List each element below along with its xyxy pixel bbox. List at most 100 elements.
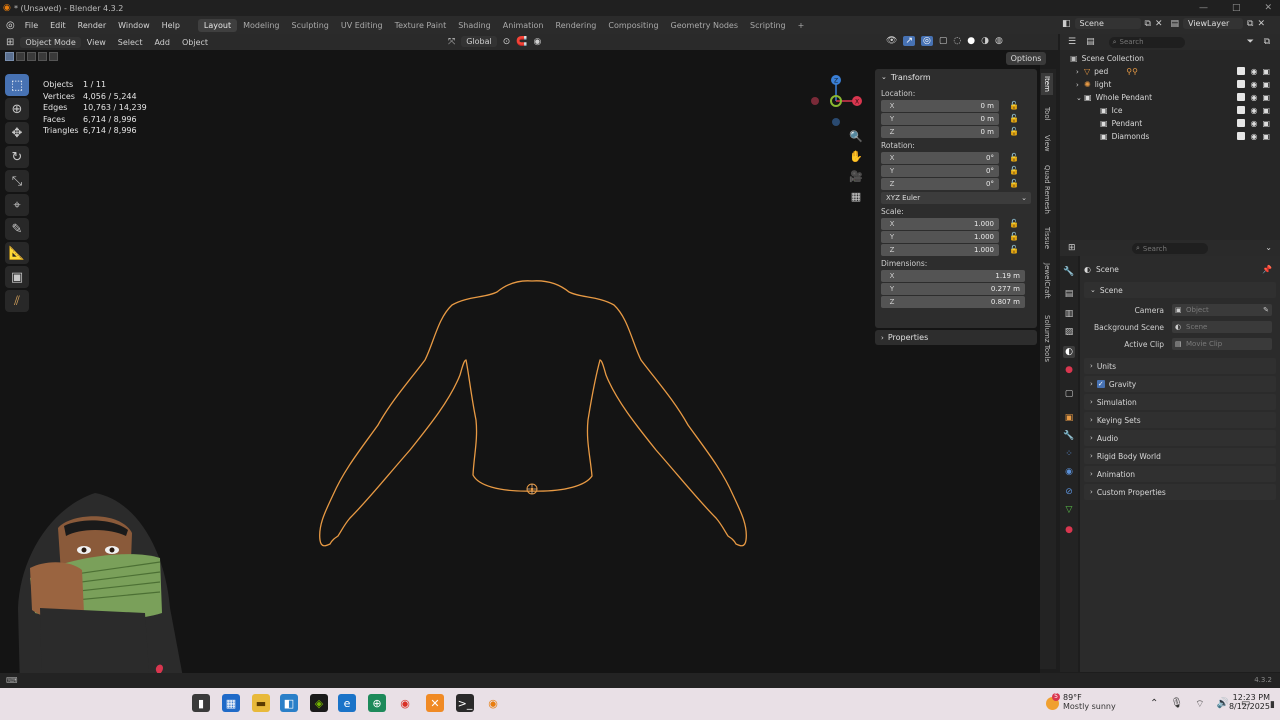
- camera-icon[interactable]: ▣: [1262, 67, 1270, 76]
- sidebar-tab-sollumz-tools[interactable]: Sollumz Tools: [1043, 315, 1051, 362]
- close-icon[interactable]: ✕: [1264, 3, 1272, 13]
- menu-window[interactable]: Window: [112, 21, 156, 30]
- delete-view-layer-icon[interactable]: ✕: [1257, 19, 1265, 29]
- gizmo-neg-x-axis[interactable]: [811, 97, 819, 105]
- mode-selector[interactable]: Object Mode: [20, 36, 81, 48]
- exclude-checkbox[interactable]: [1237, 67, 1246, 75]
- maximize-icon[interactable]: □: [1232, 3, 1241, 13]
- chevron-down-icon[interactable]: ⌄: [1076, 94, 1084, 102]
- zoom-icon[interactable]: 🔍: [848, 130, 864, 144]
- exclude-checkbox[interactable]: [1237, 80, 1246, 88]
- exclude-checkbox[interactable]: [1237, 119, 1246, 127]
- wireframe-shading-icon[interactable]: ◌: [953, 36, 961, 46]
- widgets-icon[interactable]: ▦: [222, 694, 240, 712]
- select-invert-icon[interactable]: [38, 52, 47, 61]
- scale-x-field[interactable]: X 1.000 🔓: [881, 218, 1019, 230]
- sidebar-tab-quad-remesh[interactable]: Quad Remesh: [1043, 165, 1051, 214]
- scale-tool-icon[interactable]: ⤡: [5, 170, 29, 192]
- sidebar-tab-tissue[interactable]: Tissue: [1043, 227, 1051, 249]
- exclude-checkbox[interactable]: [1237, 93, 1246, 101]
- dimensions-y-field[interactable]: Y 0.277 m: [881, 283, 1025, 295]
- eye-icon[interactable]: ◉: [1250, 106, 1257, 115]
- taskbar-clock[interactable]: 12:23 PM 8/12/2025: [1226, 693, 1270, 711]
- new-view-layer-icon[interactable]: ⧉: [1247, 19, 1253, 29]
- xray-icon[interactable]: ▢: [939, 36, 948, 46]
- file-explorer-icon[interactable]: ▬: [252, 694, 270, 712]
- camera-icon[interactable]: ▣: [1262, 80, 1270, 89]
- chevron-down-icon[interactable]: ⌄: [1265, 243, 1272, 252]
- menu-view[interactable]: View: [81, 38, 112, 47]
- add-workspace-button[interactable]: +: [792, 19, 811, 32]
- eye-icon[interactable]: ◉: [1250, 132, 1257, 141]
- nvidia-icon[interactable]: ◈: [310, 694, 328, 712]
- outliner-search-input[interactable]: ⌕ Search: [1108, 36, 1185, 48]
- chrome-icon[interactable]: ◉: [396, 694, 414, 712]
- tab-rendering[interactable]: Rendering: [550, 19, 603, 32]
- tab-texture-paint[interactable]: Texture Paint: [389, 19, 453, 32]
- lock-icon[interactable]: 🔓: [1009, 232, 1019, 241]
- collection-tab-icon[interactable]: ▢: [1063, 388, 1075, 400]
- lock-icon[interactable]: 🔓: [1009, 127, 1019, 136]
- eye-icon[interactable]: ◉: [1250, 80, 1257, 89]
- rotation-x-field[interactable]: X 0° 🔓: [881, 152, 1019, 164]
- navigation-gizmo[interactable]: Z X: [808, 72, 868, 132]
- lock-icon[interactable]: 🔓: [1009, 166, 1019, 175]
- rigid-body-world-panel[interactable]: › Rigid Body World: [1084, 448, 1276, 464]
- gravity-checkbox[interactable]: ✓: [1096, 380, 1105, 388]
- tab-shading[interactable]: Shading: [452, 19, 497, 32]
- location-x-field[interactable]: X0 m 🔓: [881, 100, 1019, 112]
- notification-icon[interactable]: ▮: [1270, 700, 1275, 710]
- weather-widget[interactable]: 5 89°F Mostly sunny: [1046, 693, 1116, 711]
- tab-layout[interactable]: Layout: [197, 18, 238, 32]
- physics-icon[interactable]: ◉: [1063, 466, 1075, 478]
- tab-scripting[interactable]: Scripting: [744, 19, 792, 32]
- tab-animation[interactable]: Animation: [497, 19, 550, 32]
- edge-icon[interactable]: e: [338, 694, 356, 712]
- pin-icon[interactable]: 📌: [1262, 265, 1272, 274]
- pivot-icon[interactable]: ⊙: [503, 37, 511, 47]
- keying-sets-panel[interactable]: › Keying Sets: [1084, 412, 1276, 428]
- background-scene-field[interactable]: ◐ Scene: [1172, 321, 1272, 333]
- output-icon[interactable]: ▥: [1063, 308, 1075, 320]
- gizmo-toggle-icon[interactable]: ↗: [903, 36, 915, 46]
- menu-add[interactable]: Add: [148, 38, 176, 47]
- dimensions-x-field[interactable]: X 1.19 m: [881, 270, 1025, 282]
- select-intersect-icon[interactable]: [49, 52, 58, 61]
- constraints-icon[interactable]: ⊘: [1063, 486, 1075, 498]
- editor-type-icon[interactable]: ⊞: [0, 37, 20, 48]
- perspective-grid-icon[interactable]: ▦: [848, 190, 864, 204]
- view-layer-tab-icon[interactable]: ▨: [1063, 326, 1075, 338]
- camera-field[interactable]: ▣ Object ✎: [1172, 304, 1272, 316]
- orientation-selector[interactable]: Global: [461, 36, 497, 47]
- rotation-z-field[interactable]: Z 0° 🔓: [881, 178, 1019, 190]
- scale-z-field[interactable]: Z 1.000 🔓: [881, 244, 1019, 256]
- audio-panel[interactable]: › Audio: [1084, 430, 1276, 446]
- transform-tool-icon[interactable]: ⌖: [5, 194, 29, 216]
- select-new-icon[interactable]: [5, 52, 14, 61]
- world-icon[interactable]: ●: [1063, 364, 1075, 376]
- rotation-mode-select[interactable]: XYZ Euler ⌄: [881, 192, 1031, 204]
- eyedropper-icon[interactable]: ✎: [1263, 304, 1269, 316]
- sidebar-tab-jewelcraft[interactable]: JewelCraft: [1043, 263, 1051, 299]
- outliner-item-whole-pendant[interactable]: ⌄ ▣ Whole Pendant ◉ ▣: [1060, 91, 1280, 104]
- properties-search-input[interactable]: ⌕ Search: [1132, 243, 1208, 254]
- overlay-toggle-icon[interactable]: ◎: [920, 36, 933, 46]
- task-view-icon[interactable]: ▮: [192, 694, 210, 712]
- units-panel[interactable]: › Units: [1084, 358, 1276, 374]
- camera-icon[interactable]: ▣: [1262, 119, 1270, 128]
- lock-icon[interactable]: 🔓: [1009, 114, 1019, 123]
- location-y-field[interactable]: Y0 m 🔓: [881, 113, 1019, 125]
- object-tab-icon[interactable]: ▣: [1063, 412, 1075, 424]
- pan-hand-icon[interactable]: ✋: [848, 150, 864, 164]
- data-icon[interactable]: ▽: [1063, 504, 1075, 516]
- menu-object[interactable]: Object: [176, 38, 214, 47]
- outliner-item-ice[interactable]: ▣ Ice ◉ ▣: [1060, 104, 1280, 117]
- dimensions-z-field[interactable]: Z 0.807 m: [881, 296, 1025, 308]
- select-box-tool-icon[interactable]: ⬚: [5, 74, 29, 96]
- scene-collection-row[interactable]: ▣ Scene Collection: [1060, 52, 1280, 65]
- camera-icon[interactable]: ▣: [1262, 132, 1270, 141]
- menu-file[interactable]: File: [19, 21, 44, 30]
- simulation-panel[interactable]: › Simulation: [1084, 394, 1276, 410]
- lock-icon[interactable]: 🔓: [1009, 153, 1019, 162]
- tab-modeling[interactable]: Modeling: [237, 19, 285, 32]
